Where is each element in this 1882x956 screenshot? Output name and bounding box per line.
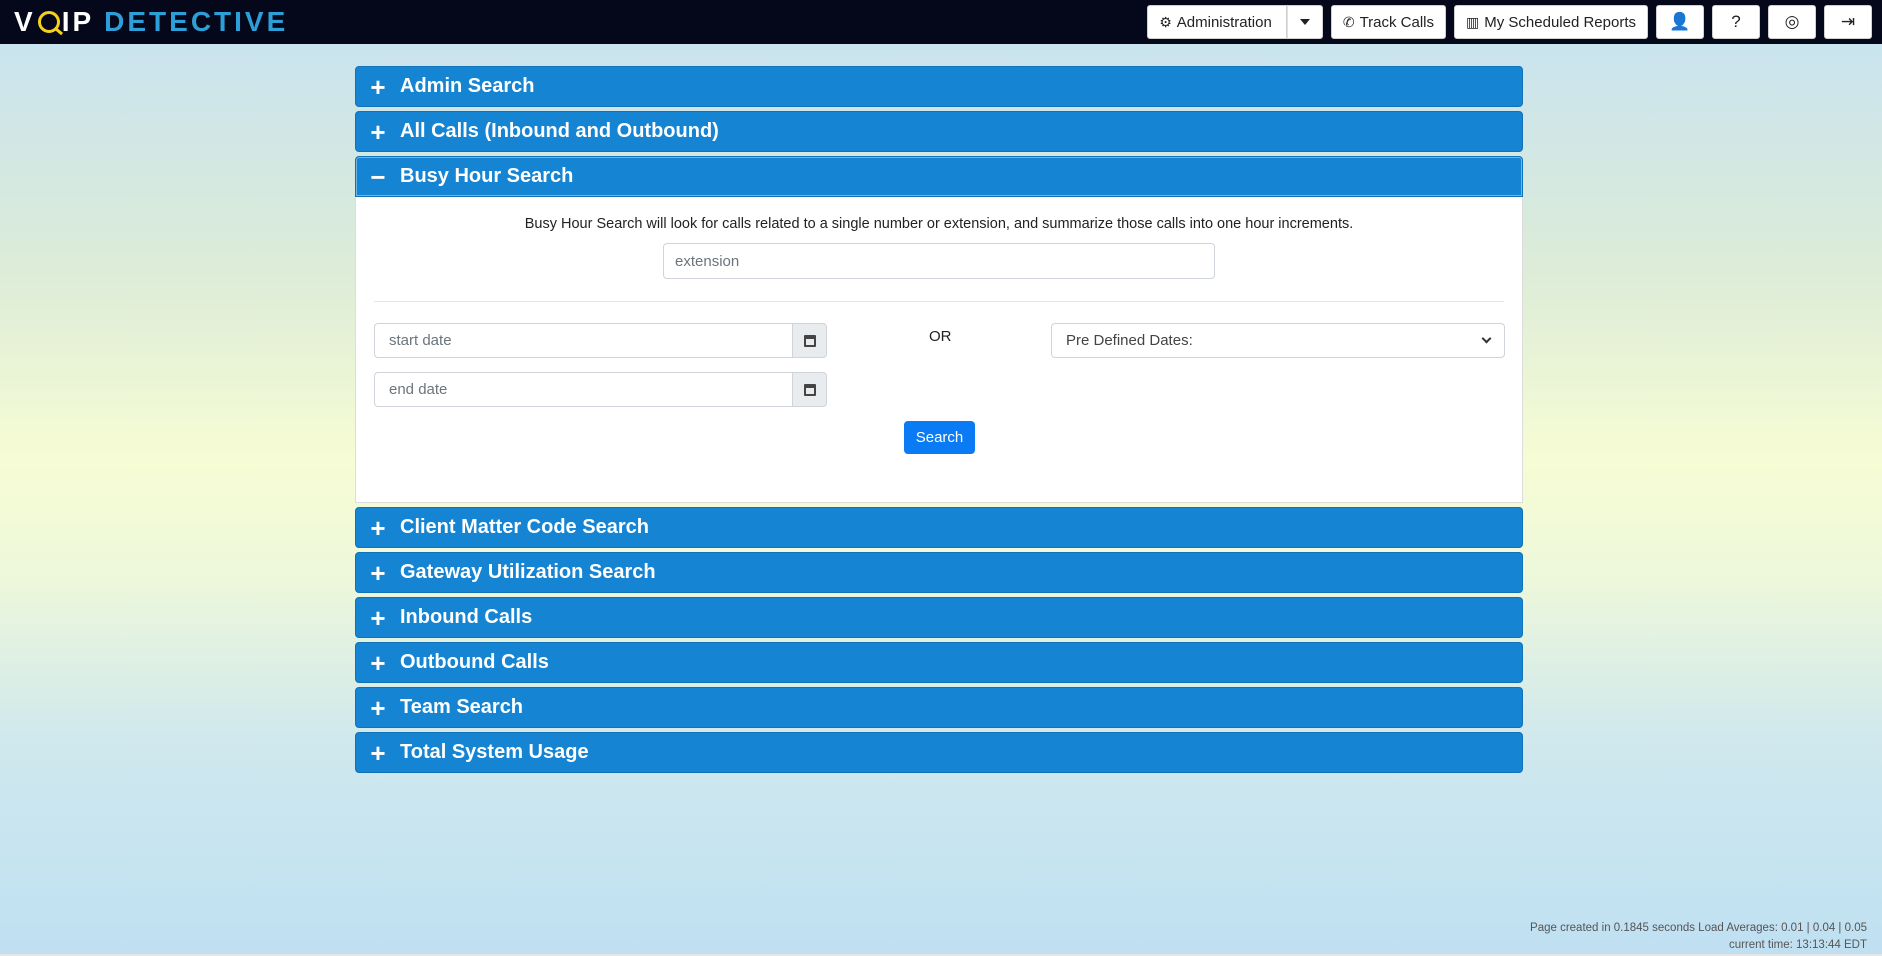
plus-icon: +: [370, 602, 386, 633]
gears-icon: ⚙: [1159, 13, 1172, 30]
panel-title: Inbound Calls: [400, 606, 533, 628]
phone-icon: ✆: [1342, 13, 1355, 30]
sign-out-icon: ⇥: [1840, 12, 1856, 31]
search-accordion: + Admin Search + All Calls (Inbound and …: [355, 66, 1523, 777]
panel-team-search[interactable]: + Team Search: [355, 687, 1523, 728]
plus-icon: +: [370, 116, 386, 147]
panel-title: Total System Usage: [400, 741, 589, 763]
support-button[interactable]: ◎: [1768, 5, 1816, 39]
caret-down-icon: [1299, 19, 1310, 25]
panel-title: Client Matter Code Search: [400, 516, 649, 538]
start-date-calendar-button[interactable]: [792, 323, 827, 358]
logo-ip: IP: [61, 6, 95, 37]
end-date-input[interactable]: [374, 372, 792, 407]
help-button[interactable]: ?: [1712, 5, 1760, 39]
track-calls-button[interactable]: ✆ Track Calls: [1330, 5, 1447, 39]
panel-title: Admin Search: [400, 75, 535, 97]
panel-title: Gateway Utilization Search: [400, 561, 656, 583]
panel-all-calls[interactable]: + All Calls (Inbound and Outbound): [355, 111, 1523, 152]
panel-client-matter-code-search[interactable]: + Client Matter Code Search: [355, 507, 1523, 548]
plus-icon: +: [370, 737, 386, 768]
top-navbar: V IP DETECTIVE ⚙ Administration ✆ Track …: [0, 0, 1882, 44]
scheduled-reports-label: My Scheduled Reports: [1484, 13, 1636, 31]
panel-title: All Calls (Inbound and Outbound): [400, 120, 719, 142]
chevron-down-icon: [1481, 333, 1492, 344]
panel-title: Busy Hour Search: [400, 165, 574, 187]
busy-hour-search-body: Busy Hour Search will look for calls rel…: [355, 197, 1523, 503]
user-cog-icon: 👤: [1669, 12, 1691, 31]
start-date-input[interactable]: [374, 323, 792, 358]
calendar-icon: [803, 383, 816, 396]
end-date-group: [374, 372, 827, 407]
track-calls-label: Track Calls: [1359, 13, 1435, 31]
voip-detective-logo[interactable]: V IP DETECTIVE: [14, 6, 288, 38]
user-settings-button[interactable]: 👤: [1656, 5, 1704, 39]
page-created-text: Page created in 0.1845 seconds Load Aver…: [1530, 922, 1867, 934]
predefined-dates-select[interactable]: Pre Defined Dates:: [1051, 323, 1505, 358]
logout-button[interactable]: ⇥: [1824, 5, 1872, 39]
panel-title: Team Search: [400, 696, 524, 718]
panel-gateway-utilization-search[interactable]: + Gateway Utilization Search: [355, 552, 1523, 593]
panel-title: Outbound Calls: [400, 651, 549, 673]
predefined-dates-value: Pre Defined Dates:: [1066, 332, 1193, 349]
nav-buttons: ⚙ Administration ✆ Track Calls ▥ My Sche…: [1147, 5, 1872, 39]
page-footer: Page created in 0.1845 seconds Load Aver…: [1530, 920, 1867, 954]
or-label: OR: [929, 328, 952, 345]
search-button[interactable]: Search: [904, 421, 975, 454]
life-ring-icon: ◎: [1784, 12, 1800, 31]
administration-button[interactable]: ⚙ Administration: [1147, 5, 1287, 39]
plus-icon: +: [370, 692, 386, 723]
panel-inbound-calls[interactable]: + Inbound Calls: [355, 597, 1523, 638]
plus-icon: +: [370, 71, 386, 102]
plus-icon: +: [370, 557, 386, 588]
panel-total-system-usage[interactable]: + Total System Usage: [355, 732, 1523, 773]
extension-input[interactable]: [663, 243, 1215, 279]
calendar-icon: [803, 334, 816, 347]
minus-icon: −: [370, 161, 386, 192]
logo-v: V: [14, 6, 36, 37]
question-circle-icon: ?: [1731, 12, 1741, 31]
administration-caret-button[interactable]: [1286, 5, 1323, 39]
administration-label: Administration: [1176, 13, 1272, 31]
current-time-text: current time: 13:13:44 EDT: [1728, 939, 1867, 951]
magnifier-o-icon: [37, 11, 60, 33]
logo-voip: V IP: [14, 6, 94, 38]
bar-chart-icon: ▥: [1466, 13, 1480, 30]
administration-dropdown: ⚙ Administration: [1147, 5, 1323, 39]
end-date-calendar-button[interactable]: [792, 372, 827, 407]
my-scheduled-reports-button[interactable]: ▥ My Scheduled Reports: [1454, 5, 1648, 39]
start-date-group: [374, 323, 827, 358]
plus-icon: +: [370, 512, 386, 543]
panel-busy-hour-search[interactable]: − Busy Hour Search: [355, 156, 1523, 197]
busy-hour-description: Busy Hour Search will look for calls rel…: [524, 216, 1354, 232]
divider: [374, 301, 1504, 302]
panel-outbound-calls[interactable]: + Outbound Calls: [355, 642, 1523, 683]
logo-detective: DETECTIVE: [104, 6, 289, 37]
panel-admin-search[interactable]: + Admin Search: [355, 66, 1523, 107]
plus-icon: +: [370, 647, 386, 678]
